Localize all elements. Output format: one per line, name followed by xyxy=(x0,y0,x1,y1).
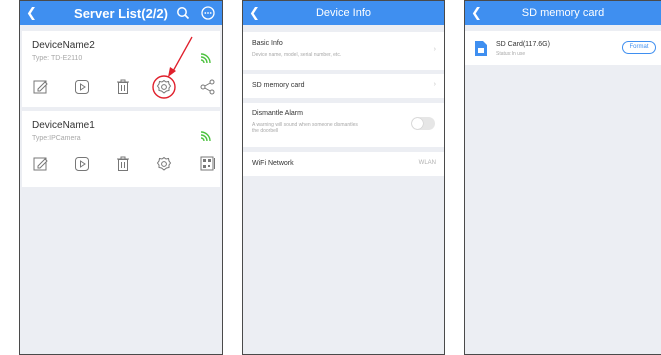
edit-icon[interactable] xyxy=(32,78,50,96)
device-card[interactable]: DeviceName1 Type:IPCamera xyxy=(22,111,220,187)
edit-icon[interactable] xyxy=(32,155,50,173)
wifi-network-title: WiFi Network xyxy=(252,160,294,167)
basic-info-title: Basic Info xyxy=(252,40,283,47)
sd-card-icon xyxy=(475,41,487,56)
wifi-network-row[interactable]: WiFi Network WLAN xyxy=(243,152,444,176)
sd-card-name: SD Card(117.6G) xyxy=(496,41,550,48)
sd-card-row[interactable]: SD memory card › xyxy=(243,74,444,98)
wifi-signal-icon xyxy=(200,53,211,64)
back-icon[interactable]: ❮ xyxy=(26,5,37,21)
basic-info-subtitle: Device name, model, serial number, etc. xyxy=(252,52,342,58)
device-name: DeviceName2 xyxy=(32,40,95,51)
playback-icon[interactable] xyxy=(73,78,91,96)
server-list-header: ❮ Server List(2/2) xyxy=(20,1,222,25)
sd-card-title: SD memory card xyxy=(252,82,305,89)
device-info-header: ❮ Device Info xyxy=(243,1,444,25)
back-icon[interactable]: ❮ xyxy=(249,5,260,21)
sd-card-header: ❮ SD memory card xyxy=(465,1,661,25)
dismantle-alarm-row: Dismantle Alarm A warning will sound whe… xyxy=(243,103,444,147)
settings-icon[interactable] xyxy=(155,155,173,173)
wifi-network-value: WLAN xyxy=(418,160,436,166)
dismantle-alarm-toggle[interactable] xyxy=(411,117,435,130)
more-icon[interactable] xyxy=(201,6,215,20)
toggle-knob xyxy=(412,118,423,129)
dismantle-alarm-title: Dismantle Alarm xyxy=(252,110,303,117)
annotation-arrow xyxy=(168,36,193,77)
wifi-signal-icon xyxy=(200,131,211,142)
share-icon[interactable] xyxy=(199,78,217,96)
page-title: SD memory card xyxy=(521,7,605,19)
qr-code-icon[interactable] xyxy=(199,155,217,173)
device-type: Type: TD-E2110 xyxy=(32,55,83,62)
sd-card-item: SD Card(117.6G) Status:In use Format xyxy=(465,31,661,65)
delete-icon[interactable] xyxy=(114,155,132,173)
search-icon[interactable] xyxy=(176,6,190,20)
chevron-right-icon: › xyxy=(433,81,436,88)
delete-icon[interactable] xyxy=(114,78,132,96)
playback-icon[interactable] xyxy=(73,155,91,173)
dismantle-alarm-subtitle: the doorbell xyxy=(252,128,279,134)
sd-card-status: Status:In use xyxy=(496,51,526,57)
back-icon[interactable]: ❮ xyxy=(471,5,482,21)
page-title: Server List(2/2) xyxy=(74,5,168,21)
sd-memory-card-screen: ❮ SD memory card SD Card(117.6G) Status:… xyxy=(464,0,661,355)
device-info-screen: ❮ Device Info Basic Info Device name, mo… xyxy=(242,0,445,355)
page-title: Device Info xyxy=(315,7,372,19)
device-type: Type:IPCamera xyxy=(32,135,81,142)
basic-info-row[interactable]: Basic Info Device name, model, serial nu… xyxy=(243,32,444,70)
device-name: DeviceName1 xyxy=(32,120,95,131)
format-button[interactable]: Format xyxy=(622,41,656,54)
chevron-right-icon: › xyxy=(433,46,436,53)
server-list-screen: ❮ Server List(2/2) DeviceName2 Type: TD-… xyxy=(19,0,223,355)
